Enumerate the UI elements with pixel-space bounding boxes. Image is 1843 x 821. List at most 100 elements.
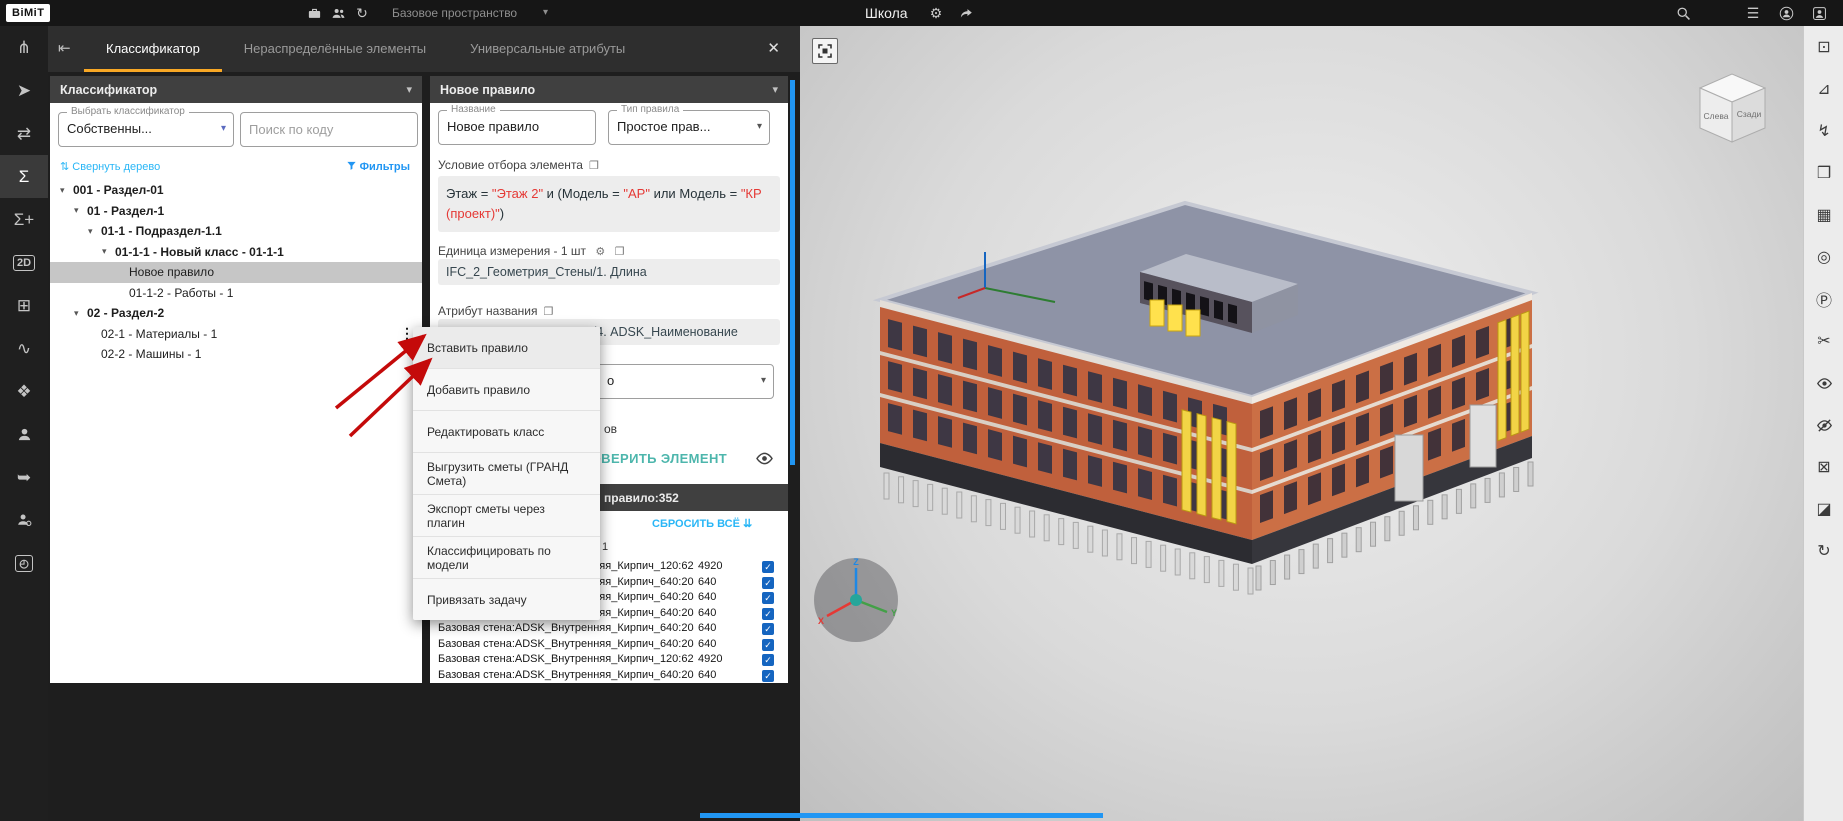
model-tree-icon[interactable]: ⋔ (0, 26, 48, 69)
tree-item[interactable]: ▾01 - Раздел-1 (50, 201, 422, 222)
team-icon[interactable] (327, 0, 349, 26)
rule-panel-header[interactable]: Новое правило ▾ (430, 76, 788, 103)
view-cube-left-label[interactable]: Слева (1704, 111, 1729, 121)
settings-gear-icon[interactable]: ⚙ (925, 0, 947, 26)
tree-expand-caret[interactable]: ▾ (60, 185, 73, 196)
chevron-down-icon[interactable]: ▾ (761, 365, 766, 397)
chevron-down-icon[interactable]: ▾ (221, 113, 226, 145)
tree-item[interactable]: ▾001 - Раздел-01 (50, 180, 422, 201)
tree-item[interactable]: 02-2 - Машины - 1 (50, 344, 422, 365)
filters-link[interactable]: Фильтры (346, 160, 411, 173)
element-checkbox[interactable]: ✓ (762, 592, 774, 604)
shade-icon[interactable]: ◪ (1804, 488, 1843, 530)
element-row[interactable]: Базовая стена:ADSK_Внутренняя_Кирпич_640… (430, 638, 788, 654)
context-menu-item[interactable]: Редактировать класс (413, 410, 600, 452)
charts-icon[interactable]: ∿ (0, 327, 48, 370)
workspace-select[interactable]: Базовое пространство (392, 0, 517, 26)
element-checkbox[interactable]: ✓ (762, 623, 774, 635)
search-input[interactable] (241, 113, 422, 145)
chevron-down-icon[interactable]: ▾ (757, 111, 762, 143)
tree-expand-caret[interactable]: ▾ (88, 226, 101, 237)
classifier-panel-header[interactable]: Классификатор ▾ (50, 76, 422, 103)
tree-expand-caret[interactable]: ▾ (102, 246, 115, 257)
select-cursor-icon[interactable]: ➤ (0, 69, 48, 112)
tree-expand-caret[interactable]: ▾ (74, 308, 87, 319)
plan-icon[interactable]: Ⓟ (1804, 278, 1843, 320)
dashboard-icon[interactable]: ◴ (0, 542, 48, 585)
horizontal-scrollbar[interactable] (700, 813, 1103, 818)
menu-list-icon[interactable]: ☰ (1742, 0, 1764, 26)
visibility-eye-icon[interactable] (755, 449, 774, 473)
view-2d-icon[interactable]: 2D (0, 241, 48, 284)
structure-icon[interactable]: ⊞ (0, 284, 48, 327)
context-menu-item[interactable]: Экспорт сметы через плагин (413, 494, 600, 536)
element-checkbox[interactable]: ✓ (762, 639, 774, 651)
view-cube-back-label[interactable]: Сзади (1737, 109, 1762, 119)
chevron-down-icon[interactable]: ▾ (772, 83, 778, 96)
context-menu-item[interactable]: Добавить правило (413, 368, 600, 410)
rule-name-field[interactable]: Название Новое правило (438, 110, 596, 145)
tab-classifier[interactable]: Классификатор (84, 26, 222, 72)
element-row[interactable]: Базовая стена:ADSK_Внутренняя_Кирпич_120… (430, 653, 788, 669)
section-icon[interactable]: ✂ (1804, 320, 1843, 362)
takeoff-add-icon[interactable]: Σ+ (0, 198, 48, 241)
hide-icon[interactable] (1804, 404, 1843, 446)
orientation-gizmo[interactable]: Z X Y (810, 554, 902, 646)
context-menu-item[interactable]: Привязать задачу (413, 578, 600, 620)
element-checkbox[interactable]: ✓ (762, 670, 774, 682)
view-cube[interactable]: Слева Сзади (1690, 64, 1775, 149)
building-model[interactable] (840, 66, 1600, 626)
row-context-menu-button[interactable]: ⋮ (400, 325, 414, 342)
collapse-tree-link[interactable]: ⇅ Свернуть дерево (60, 160, 160, 173)
users-icon[interactable] (0, 413, 48, 456)
show-icon[interactable] (1804, 362, 1843, 404)
context-menu-item[interactable]: Вставить правило (413, 327, 600, 368)
share-icon[interactable] (955, 0, 977, 26)
model-cube-icon[interactable]: ❒ (1804, 152, 1843, 194)
clash-icon[interactable]: ↯ (1804, 110, 1843, 152)
tree-item[interactable]: Новое правило (50, 262, 422, 283)
element-checkbox[interactable]: ✓ (762, 654, 774, 666)
fit-view-icon[interactable]: ⊡ (1804, 26, 1843, 68)
export-folder-icon[interactable]: ➥ (0, 456, 48, 499)
condition-box[interactable]: Этаж = "Этаж 2" и (Модель = "АР" или Мод… (438, 176, 780, 232)
element-checkbox[interactable]: ✓ (762, 577, 774, 589)
chevron-down-icon[interactable]: ▾ (543, 0, 548, 26)
element-row[interactable]: Базовая стена:ADSK_Внутренняя_Кирпич_640… (430, 669, 788, 684)
element-checkbox[interactable]: ✓ (762, 608, 774, 620)
rule-type-select[interactable]: Тип правила Простое прав... ▾ (608, 110, 770, 145)
account-history-icon[interactable] (1775, 0, 1797, 26)
user-location-icon[interactable] (0, 499, 48, 542)
tree-item[interactable]: ▾01-1 - Подраздел-1.1 (50, 221, 422, 242)
gear-icon[interactable]: ⚙ (595, 246, 605, 258)
classifier-select[interactable]: Выбрать классификатор Собственны... ▾ (58, 112, 234, 147)
context-menu-item[interactable]: Выгрузить сметы (ГРАНД Смета) (413, 452, 600, 494)
focus-icon[interactable]: ◎ (1804, 236, 1843, 278)
tab-unassigned-elements[interactable]: Нераспределённые элементы (222, 26, 448, 72)
account-icon[interactable] (1808, 0, 1830, 26)
tree-item[interactable]: ▾02 - Раздел-2 (50, 303, 422, 324)
viewport-3d[interactable]: Слева Сзади Z X Y (800, 26, 1803, 821)
takeoff-sum-icon[interactable]: Σ (0, 155, 48, 198)
unit-value-box[interactable]: IFC_2_Геометрия_Стены/1. Длина (438, 259, 780, 285)
sync-icon[interactable]: ↻ (351, 0, 373, 26)
vertical-scrollbar[interactable] (790, 80, 795, 465)
reset-all-link[interactable]: СБРОСИТЬ ВСЁ ⇊ (652, 517, 752, 530)
relations-icon[interactable]: ⇄ (0, 112, 48, 155)
tab-universal-attributes[interactable]: Универсальные атрибуты (448, 26, 647, 72)
tree-item[interactable]: ▾01-1-1 - Новый класс - 01-1-1 (50, 242, 422, 263)
copy-icon[interactable]: ❐ (543, 306, 553, 318)
chevron-down-icon[interactable]: ▾ (406, 83, 412, 96)
measure-icon[interactable]: ⊿ (1804, 68, 1843, 110)
close-icon[interactable]: ✕ (767, 39, 780, 57)
tree-item[interactable]: 02-1 - Материалы - 1⋮ (50, 324, 422, 345)
plugins-icon[interactable]: ❖ (0, 370, 48, 413)
code-search-field[interactable] (240, 112, 418, 147)
tree-expand-caret[interactable]: ▾ (74, 205, 87, 216)
screenshot-region-button[interactable] (812, 38, 838, 64)
case-icon[interactable] (303, 0, 325, 26)
tree-item[interactable]: 01-1-2 - Работы - 1 (50, 283, 422, 304)
grid-icon[interactable]: ▦ (1804, 194, 1843, 236)
element-row[interactable]: Базовая стена:ADSK_Внутренняя_Кирпич_640… (430, 622, 788, 638)
search-icon[interactable] (1672, 0, 1694, 26)
